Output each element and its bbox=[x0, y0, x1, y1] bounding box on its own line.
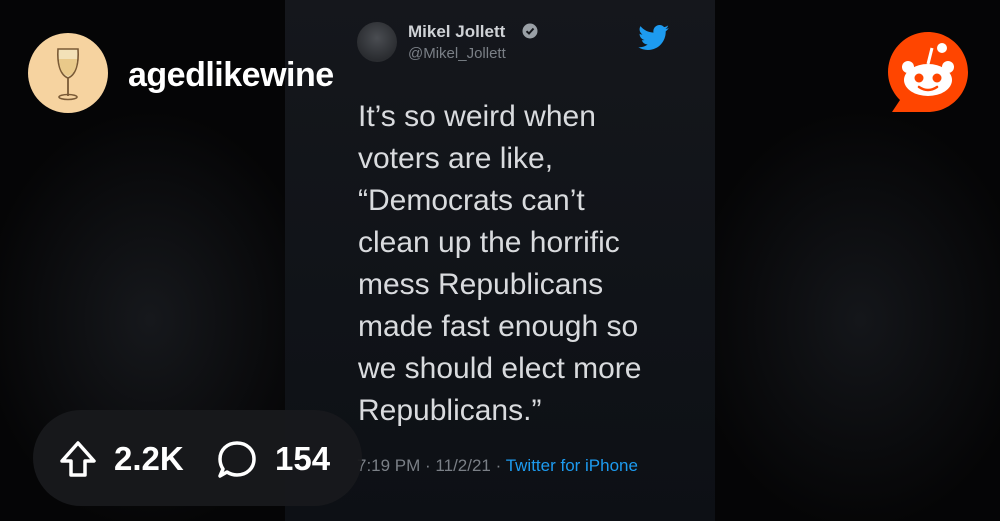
upvote-count: 2.2K bbox=[114, 440, 184, 477]
comment-bubble-icon[interactable] bbox=[216, 439, 258, 481]
tweet-author-name: Mikel Jollett bbox=[408, 22, 506, 41]
subreddit-name[interactable]: agedlikewine bbox=[128, 56, 334, 95]
comment-count: 154 bbox=[275, 440, 331, 477]
tweet-meta: 7:19 PM · 11/2/21 · Twitter for iPhone bbox=[357, 453, 657, 478]
tweet-author-handle: @Mikel_Jollett bbox=[408, 45, 506, 62]
twitter-bird-icon bbox=[638, 25, 670, 50]
tweet-source-link[interactable]: Twitter for iPhone bbox=[506, 456, 638, 475]
reddit-logo bbox=[888, 32, 968, 112]
tweet-timestamp: 7:19 PM · 11/2/21 · bbox=[357, 456, 506, 475]
tweet-author-avatar bbox=[357, 22, 397, 62]
wine-glass-icon bbox=[57, 48, 79, 101]
verified-badge-icon bbox=[522, 23, 538, 39]
tweet-text: It’s so weird when voters are like, “Dem… bbox=[358, 100, 642, 427]
subreddit-avatar[interactable] bbox=[28, 33, 108, 113]
upvote-arrow-icon[interactable] bbox=[58, 439, 98, 479]
